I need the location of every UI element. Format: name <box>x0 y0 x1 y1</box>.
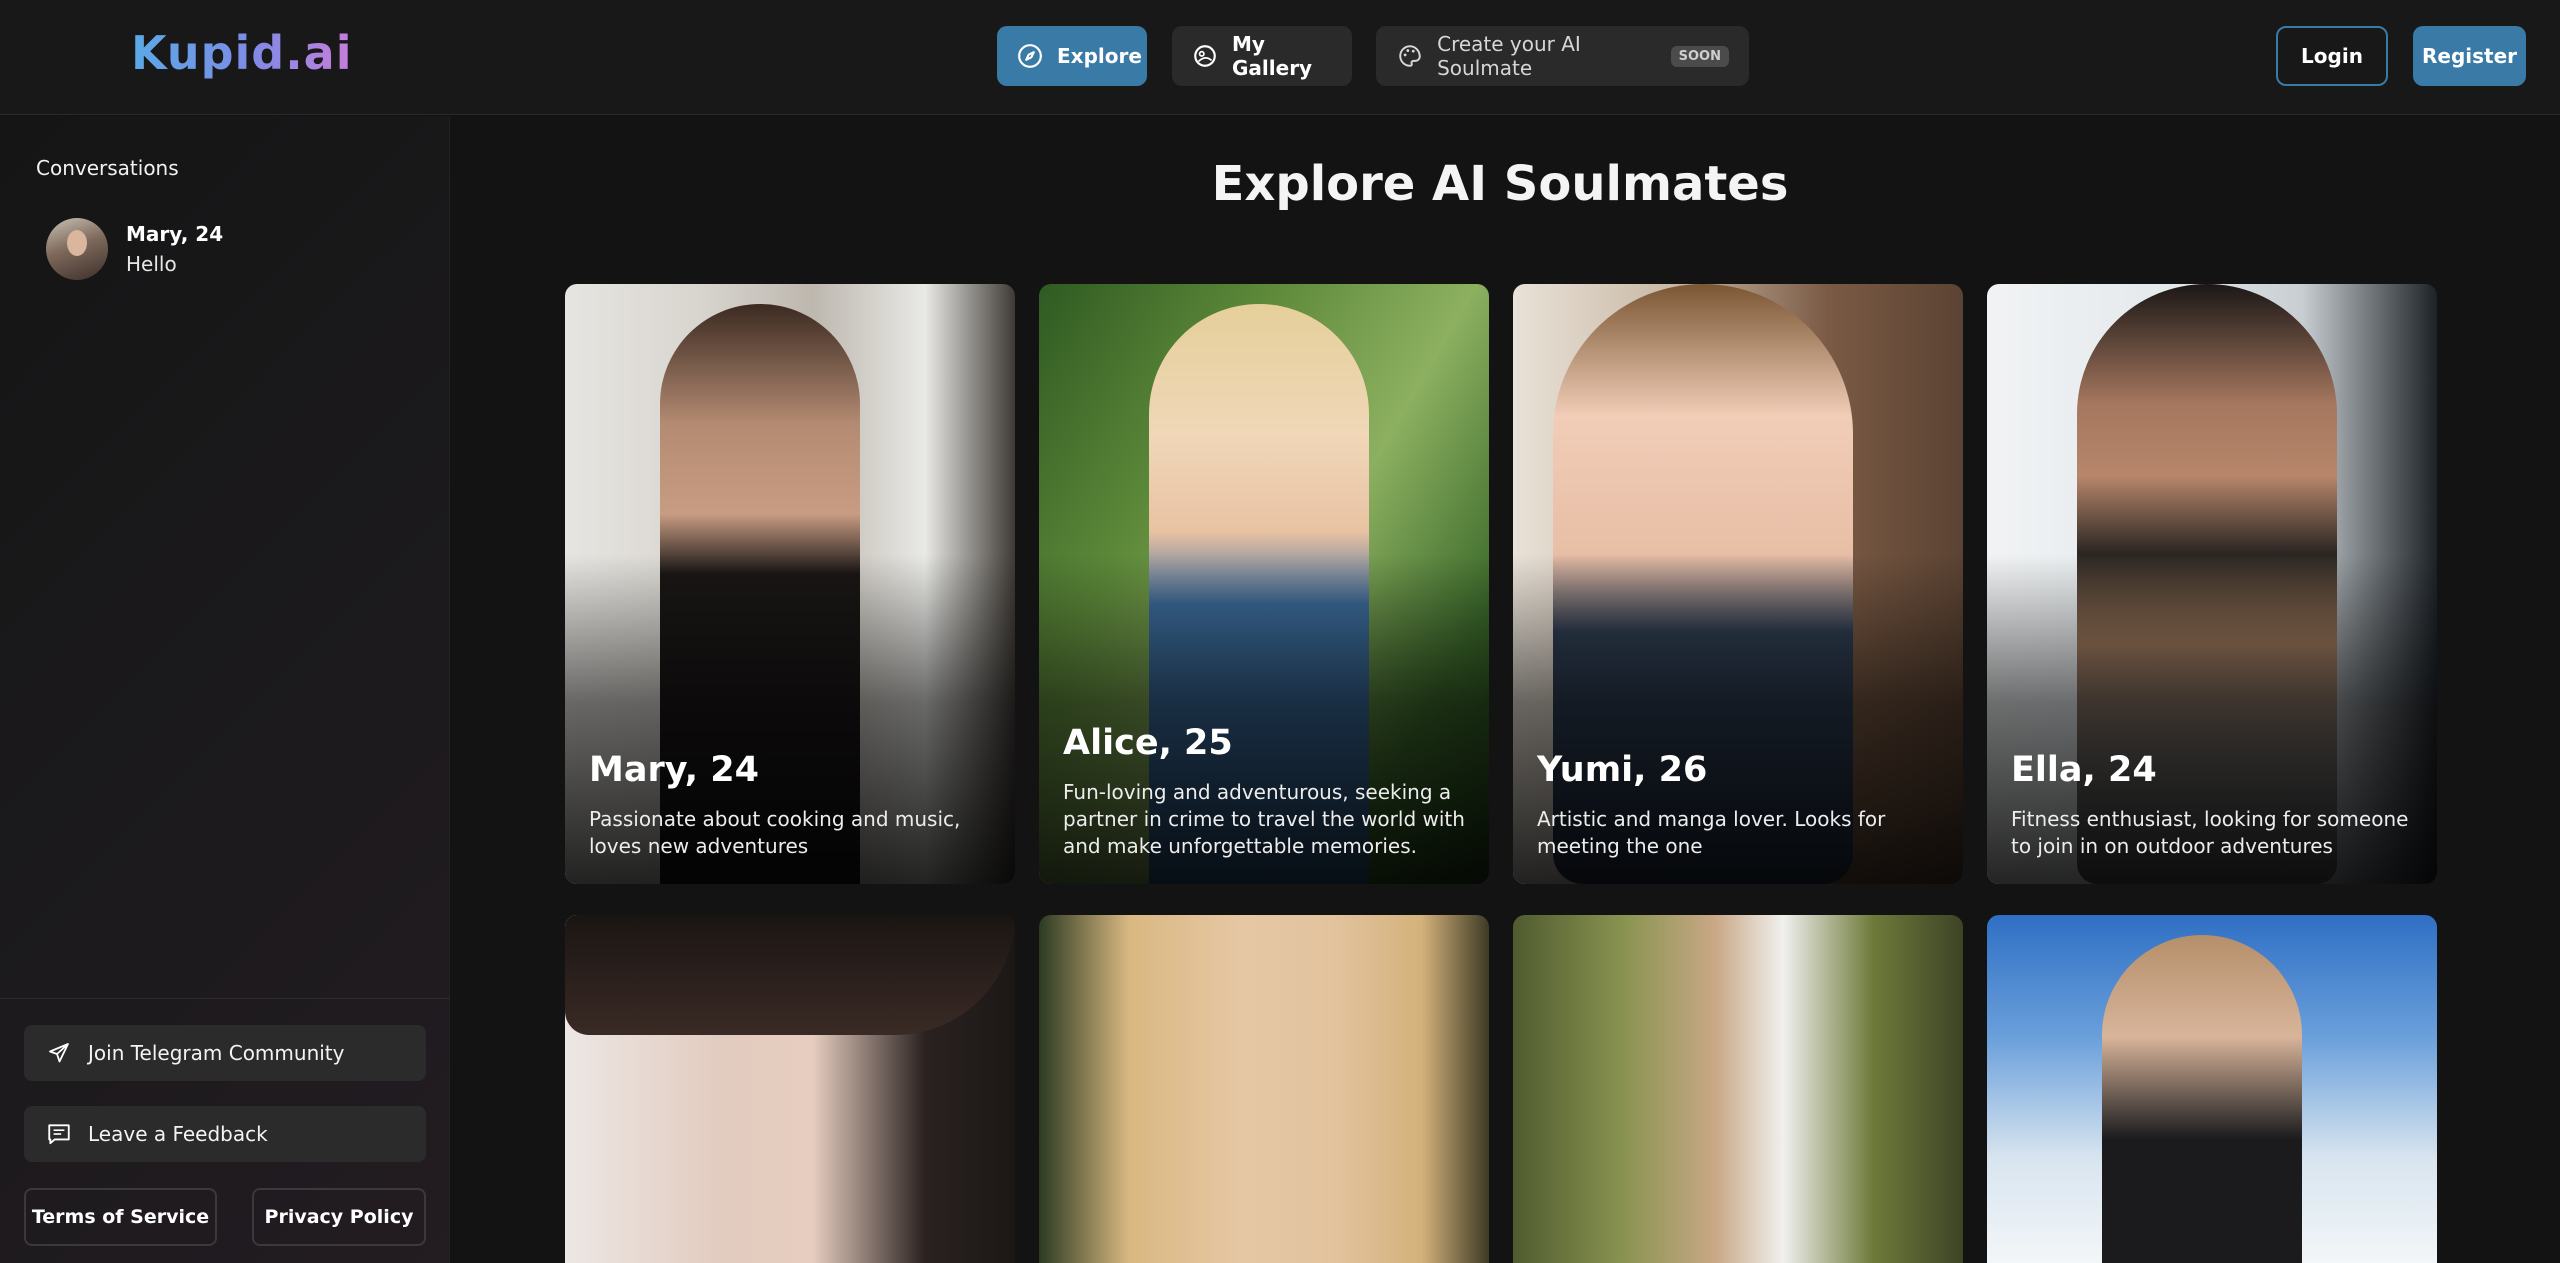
conversation-last-message: Hello <box>126 252 177 276</box>
palette-icon <box>1396 41 1423 71</box>
nav-create-soulmate-label: Create your AI Soulmate <box>1437 32 1581 80</box>
leave-feedback-button[interactable]: Leave a Feedback <box>24 1106 426 1162</box>
card-description: Passionate about cooking and music, love… <box>589 807 961 858</box>
card-name: Alice, 25 <box>1063 723 1233 763</box>
sidebar: Conversations Mary, 24 Hello Join Telegr… <box>0 116 450 1263</box>
card-photo <box>2102 935 2302 1263</box>
card-description: Artistic and manga lover. Looks for meet… <box>1537 807 1886 858</box>
soulmate-card-alice[interactable]: Alice, 25 Fun-loving and adventurous, se… <box>1039 284 1489 884</box>
privacy-policy-button[interactable]: Privacy Policy <box>252 1188 426 1246</box>
card-name: Ella, 24 <box>2011 750 2157 790</box>
soulmate-card-yumi[interactable]: Yumi, 26 Artistic and manga lover. Looks… <box>1513 284 1963 884</box>
send-icon <box>44 1038 74 1068</box>
conversation-item-mary[interactable]: Mary, 24 Hello <box>46 214 426 284</box>
soulmate-card-mary[interactable]: Mary, 24 Passionate about cooking and mu… <box>565 284 1015 884</box>
nav-explore-button[interactable]: Explore <box>997 26 1147 86</box>
card-name: Mary, 24 <box>589 750 759 790</box>
logo[interactable]: Kupid.ai <box>131 26 353 80</box>
nav-my-gallery-label: My Gallery <box>1232 32 1313 80</box>
avatar <box>46 218 108 280</box>
soulmate-card-5[interactable] <box>565 915 1015 1263</box>
soon-badge: SOON <box>1670 45 1729 67</box>
card-description: Fun-loving and adventurous, seeking a pa… <box>1063 780 1465 858</box>
nav-explore-label: Explore <box>1057 44 1142 68</box>
register-button[interactable]: Register <box>2413 26 2526 86</box>
card-name: Yumi, 26 <box>1537 750 1708 790</box>
soulmate-card-7[interactable] <box>1513 915 1963 1263</box>
nav-create-soulmate-button[interactable]: Create your AI Soulmate SOON <box>1376 26 1749 86</box>
compass-icon <box>1017 41 1043 71</box>
top-header: Kupid.ai Explore My Gallery Create your … <box>0 0 2560 115</box>
conversations-title: Conversations <box>36 156 179 180</box>
leave-feedback-label: Leave a Feedback <box>88 1122 268 1146</box>
gallery-icon <box>1192 41 1218 71</box>
join-telegram-label: Join Telegram Community <box>88 1041 345 1065</box>
conversation-name: Mary, 24 <box>126 222 224 246</box>
join-telegram-button[interactable]: Join Telegram Community <box>24 1025 426 1081</box>
login-button[interactable]: Login <box>2276 26 2388 86</box>
page-title: Explore AI Soulmates <box>1211 156 1789 212</box>
nav-my-gallery-button[interactable]: My Gallery <box>1172 26 1352 86</box>
terms-of-service-button[interactable]: Terms of Service <box>24 1188 217 1246</box>
soulmate-card-6[interactable] <box>1039 915 1489 1263</box>
card-photo <box>565 915 1015 1035</box>
soulmate-card-ella[interactable]: Ella, 24 Fitness enthusiast, looking for… <box>1987 284 2437 884</box>
message-icon <box>44 1119 74 1149</box>
soulmate-card-8[interactable] <box>1987 915 2437 1263</box>
card-description: Fitness enthusiast, looking for someone … <box>2011 807 2409 858</box>
sidebar-divider <box>0 998 450 999</box>
